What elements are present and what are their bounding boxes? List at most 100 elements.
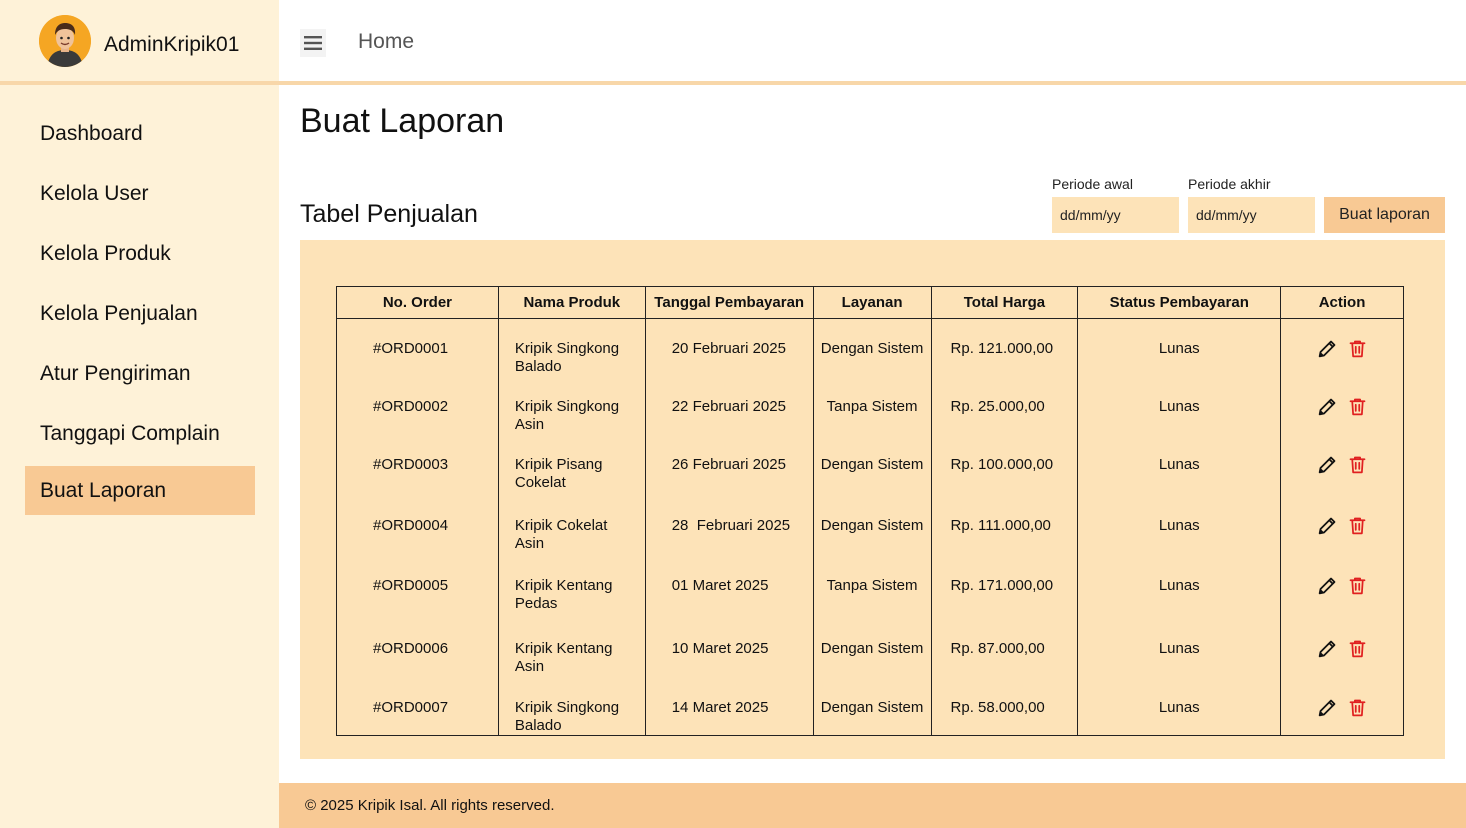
cell-product-name: Kripik Singkong Asin [497, 376, 646, 435]
pencil-icon[interactable] [1317, 454, 1338, 475]
cell-product-name: Kripik Singkong Balado [497, 677, 646, 736]
cell-total-price: Rp. 87.000,00 [930, 618, 1079, 678]
cell-product-name: Kripik Pisang Cokelat [497, 434, 646, 496]
header-total-harga: Total Harga [930, 286, 1079, 319]
trash-icon[interactable] [1347, 515, 1368, 536]
sidebar-item-tanggapi-complain[interactable]: Tanggapi Complain [25, 409, 255, 458]
cell-payment-date: 14 Maret 2025 [644, 677, 814, 736]
product-name-line: Kripik Singkong [514, 397, 620, 415]
cell-payment-status: Lunas [1077, 376, 1282, 435]
cell-total-price: Rp. 121.000,00 [930, 318, 1079, 377]
pencil-icon[interactable] [1317, 396, 1338, 417]
trash-icon[interactable] [1347, 396, 1368, 417]
trash-icon[interactable] [1347, 697, 1368, 718]
cell-actions [1280, 376, 1404, 435]
cell-payment-date: 01 Maret 2025 [644, 555, 814, 619]
product-name-line: Kripik Kentang [514, 639, 613, 657]
cell-actions [1280, 495, 1404, 556]
product-name-line: Kripik Singkong [514, 340, 620, 357]
sidebar-item-kelola-user[interactable]: Kelola User [25, 169, 255, 218]
pencil-icon[interactable] [1317, 638, 1338, 659]
pencil-icon[interactable] [1317, 515, 1338, 536]
pencil-icon[interactable] [1317, 575, 1338, 596]
cell-payment-status: Lunas [1077, 434, 1282, 496]
page-title: Buat Laporan [300, 102, 505, 140]
cell-payment-date: 26 Februari 2025 [644, 434, 814, 496]
header-divider [0, 81, 1466, 85]
product-name-line: Balado [514, 716, 562, 734]
cell-product-name: Kripik Singkong Balado [497, 318, 646, 377]
cell-payment-status: Lunas [1077, 677, 1282, 736]
cell-product-name: Kripik Cokelat Asin [497, 495, 646, 556]
product-name-line: Asin [514, 657, 545, 675]
cell-order-id: #ORD0003 [336, 434, 499, 496]
header-nama-produk: Nama Produk [497, 286, 646, 319]
cell-service: Tanpa Sistem [812, 555, 932, 619]
cell-service: Dengan Sistem [812, 434, 932, 496]
table-row: #ORD0005 Kripik Kentang Pedas 01 Maret 2025… [336, 555, 1404, 619]
sidebar-item-kelola-produk[interactable]: Kelola Produk [25, 229, 255, 278]
trash-icon[interactable] [1347, 338, 1368, 359]
pencil-icon[interactable] [1317, 338, 1338, 359]
product-name-line: Asin [514, 534, 545, 552]
section-title: Tabel Penjualan [300, 200, 478, 228]
breadcrumb-home[interactable]: Home [358, 30, 414, 54]
sidebar-item-buat-laporan[interactable]: Buat Laporan [25, 466, 255, 515]
header-no-order: No. Order [336, 286, 499, 319]
cell-total-price: Rp. 58.000,00 [930, 677, 1079, 736]
footer-copyright: © 2025 Kripik Isal. All rights reserved. [305, 797, 555, 814]
cell-actions [1280, 318, 1404, 377]
table-row: #ORD0006 Kripik Kentang Asin 10 Maret 2025 D… [336, 618, 1404, 678]
cell-product-name: Kripik Kentang Pedas [497, 555, 646, 619]
cell-total-price: Rp. 171.000,00 [930, 555, 1079, 619]
cell-total-price: Rp. 111.000,00 [930, 495, 1079, 556]
cell-payment-status: Lunas [1077, 318, 1282, 377]
sales-table: No. Order Nama Produk Tanggal Pembayaran… [336, 286, 1404, 736]
brand-name: AdminKripik01 [104, 33, 240, 56]
cell-total-price: Rp. 25.000,00 [930, 376, 1079, 435]
cell-order-id: #ORD0001 [336, 318, 499, 377]
product-name-line: Kripik Pisang [514, 455, 603, 473]
table-row: #ORD0001 Kripik Singkong Balado 20 Februari… [336, 318, 1404, 377]
product-name-line: Kripik Singkong [514, 698, 620, 716]
table-row: #ORD0003 Kripik Pisang Cokelat 26 Februari … [336, 434, 1404, 496]
create-report-button[interactable]: Buat laporan [1324, 197, 1445, 233]
footer: © 2025 Kripik Isal. All rights reserved. [279, 783, 1466, 828]
hamburger-icon[interactable] [300, 29, 326, 57]
cell-service: Tanpa Sistem [812, 376, 932, 435]
product-name-line: Asin [514, 415, 545, 433]
trash-icon[interactable] [1347, 575, 1368, 596]
trash-icon[interactable] [1347, 638, 1368, 659]
cell-payment-status: Lunas [1077, 618, 1282, 678]
pencil-icon[interactable] [1317, 697, 1338, 718]
cell-actions [1280, 434, 1404, 496]
table-row: #ORD0002 Kripik Singkong Asin 22 Februari 2… [336, 376, 1404, 435]
sidebar-item-atur-pengiriman[interactable]: Atur Pengiriman [25, 349, 255, 398]
header-action: Action [1280, 286, 1404, 319]
cell-service: Dengan Sistem [812, 495, 932, 556]
sidebar-item-kelola-penjualan[interactable]: Kelola Penjualan [25, 289, 255, 338]
trash-icon[interactable] [1347, 454, 1368, 475]
table-row: #ORD0004 Kripik Cokelat Asin 28 Februari 20… [336, 495, 1404, 556]
product-name-line: Pedas [514, 594, 558, 612]
cell-order-id: #ORD0005 [336, 555, 499, 619]
avatar[interactable] [39, 15, 91, 67]
cell-actions [1280, 555, 1404, 619]
sidebar-item-dashboard[interactable]: Dashboard [25, 109, 255, 158]
cell-payment-status: Lunas [1077, 555, 1282, 619]
product-name-line: Balado [514, 358, 562, 375]
cell-order-id: #ORD0002 [336, 376, 499, 435]
sales-table-panel: No. Order Nama Produk Tanggal Pembayaran… [300, 240, 1445, 759]
cell-order-id: #ORD0004 [336, 495, 499, 556]
cell-payment-status: Lunas [1077, 495, 1282, 556]
top-header: Home [279, 0, 1466, 81]
cell-payment-date: 20 Februari 2025 [644, 318, 814, 377]
cell-payment-date: 28 Februari 2025 [644, 495, 814, 556]
cell-actions [1280, 677, 1404, 736]
header-status-pembayaran: Status Pembayaran [1077, 286, 1282, 319]
start-date-input[interactable] [1052, 197, 1179, 233]
end-date-input[interactable] [1188, 197, 1315, 233]
header-layanan: Layanan [812, 286, 932, 319]
product-name-line: Kripik Cokelat [514, 516, 608, 534]
cell-total-price: Rp. 100.000,00 [930, 434, 1079, 496]
